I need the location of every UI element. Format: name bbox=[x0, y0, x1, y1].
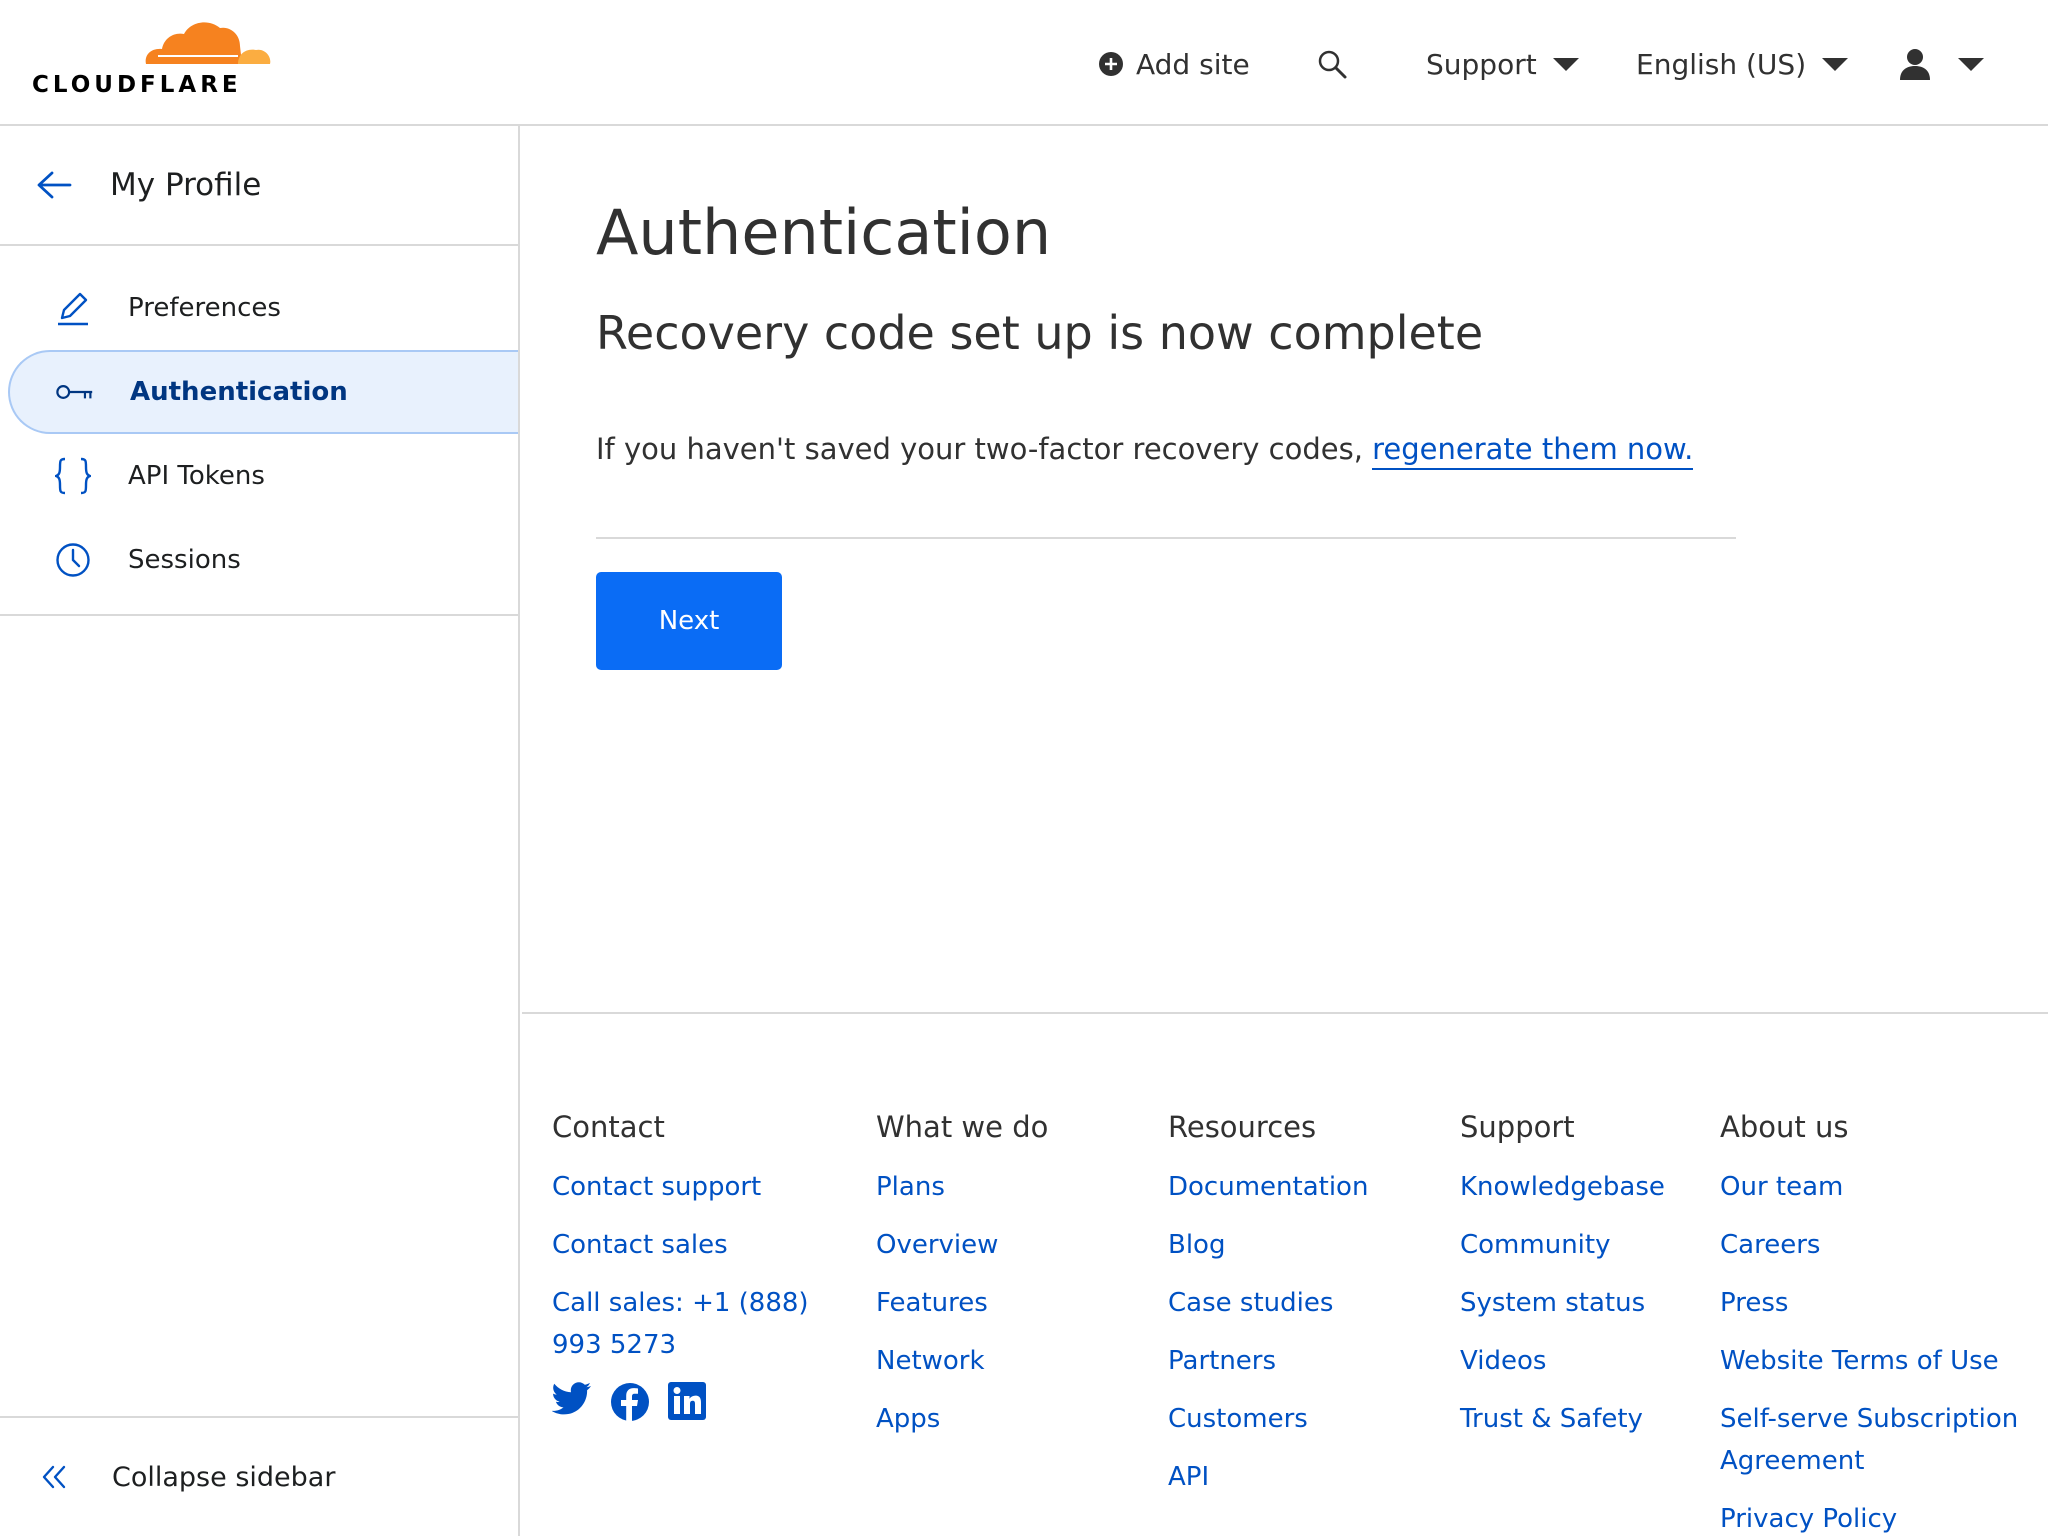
footer-link[interactable]: Partners bbox=[1168, 1340, 1428, 1382]
key-icon bbox=[56, 373, 94, 411]
clock-icon bbox=[54, 541, 92, 579]
sidebar-nav: Preferences Authentication API Tokens Se… bbox=[0, 246, 518, 616]
recovery-info-text: If you haven't saved your two-factor rec… bbox=[596, 432, 1694, 470]
main-content: Authentication Recovery code set up is n… bbox=[522, 126, 2048, 1012]
logo-wordmark: CLOUDFLARE bbox=[32, 72, 242, 98]
footer-link[interactable]: Plans bbox=[876, 1166, 1136, 1208]
search-button[interactable] bbox=[1316, 40, 1348, 88]
cloudflare-logo[interactable]: CLOUDFLARE bbox=[32, 18, 271, 100]
language-label: English (US) bbox=[1636, 47, 1807, 81]
collapse-sidebar-label: Collapse sidebar bbox=[112, 1461, 336, 1493]
sidebar-item-label: Authentication bbox=[130, 377, 348, 407]
footer-link[interactable]: System status bbox=[1460, 1282, 1700, 1324]
footer-link[interactable]: Contact sales bbox=[552, 1224, 852, 1266]
footer-link[interactable]: Community bbox=[1460, 1224, 1700, 1266]
divider bbox=[596, 537, 1736, 539]
footer-link[interactable]: API bbox=[1168, 1456, 1428, 1498]
footer-link[interactable]: Customers bbox=[1168, 1398, 1428, 1440]
footer-link[interactable]: Documentation bbox=[1168, 1166, 1428, 1208]
footer-heading: Resources bbox=[1168, 1110, 1317, 1144]
chevron-down-icon bbox=[1958, 57, 1984, 71]
cloud-logo-icon bbox=[145, 22, 271, 64]
footer-link[interactable]: Careers bbox=[1720, 1224, 2040, 1266]
add-site-label: Add site bbox=[1136, 47, 1250, 81]
footer-link[interactable]: Features bbox=[876, 1282, 1136, 1324]
sidebar-title: My Profile bbox=[110, 167, 262, 203]
footer-link[interactable]: Apps bbox=[876, 1398, 1136, 1440]
footer-link[interactable]: Contact support bbox=[552, 1166, 852, 1208]
linkedin-icon[interactable] bbox=[668, 1382, 706, 1422]
footer-link[interactable]: Trust & Safety bbox=[1460, 1398, 1700, 1440]
back-arrow-icon[interactable] bbox=[36, 170, 72, 200]
footer-link[interactable]: Call sales: +1 (888) 993 5273 bbox=[552, 1282, 852, 1366]
sidebar-item-label: Preferences bbox=[128, 293, 281, 323]
footer-link[interactable]: Videos bbox=[1460, 1340, 1700, 1382]
sidebar-item-authentication[interactable]: Authentication bbox=[8, 350, 518, 434]
page-title: Authentication bbox=[596, 196, 1052, 269]
footer-column-what-we-do: What we do Plans Overview Features Netwo… bbox=[876, 1110, 1136, 1456]
footer-column-resources: Resources Documentation Blog Case studie… bbox=[1168, 1110, 1428, 1514]
sidebar: My Profile Preferences Authentication AP… bbox=[0, 126, 520, 1536]
footer-link[interactable]: Knowledgebase bbox=[1460, 1166, 1700, 1208]
chevron-down-icon bbox=[1822, 57, 1849, 71]
sidebar-item-api-tokens[interactable]: API Tokens bbox=[8, 434, 518, 518]
user-icon bbox=[1900, 49, 1930, 80]
support-dropdown[interactable]: Support bbox=[1426, 40, 1579, 88]
double-chevron-left-icon bbox=[42, 1465, 66, 1489]
footer-link[interactable]: Network bbox=[876, 1340, 1136, 1382]
footer-link[interactable]: Overview bbox=[876, 1224, 1136, 1266]
support-label: Support bbox=[1426, 47, 1537, 81]
footer-column-support: Support Knowledgebase Community System s… bbox=[1460, 1110, 1700, 1456]
collapse-sidebar-button[interactable]: Collapse sidebar bbox=[0, 1416, 518, 1536]
chevron-down-icon bbox=[1552, 57, 1579, 71]
footer-link[interactable]: Case studies bbox=[1168, 1282, 1428, 1324]
sidebar-header: My Profile bbox=[0, 126, 518, 246]
braces-icon bbox=[54, 457, 92, 495]
page-subtitle: Recovery code set up is now complete bbox=[596, 306, 1484, 360]
sidebar-item-preferences[interactable]: Preferences bbox=[8, 266, 518, 350]
footer-column-about-us: About us Our team Careers Press Website … bbox=[1720, 1110, 2040, 1536]
user-menu[interactable] bbox=[1898, 40, 1984, 88]
language-dropdown[interactable]: English (US) bbox=[1636, 40, 1849, 88]
footer-heading: About us bbox=[1720, 1110, 1849, 1144]
regenerate-codes-link[interactable]: regenerate them now. bbox=[1372, 432, 1694, 470]
footer-column-contact: Contact Contact support Contact sales Ca… bbox=[552, 1110, 852, 1422]
footer-heading: Contact bbox=[552, 1110, 665, 1144]
twitter-icon[interactable] bbox=[552, 1382, 592, 1422]
footer-link[interactable]: Blog bbox=[1168, 1224, 1428, 1266]
footer-heading: What we do bbox=[876, 1110, 1049, 1144]
sidebar-item-label: Sessions bbox=[128, 545, 241, 575]
footer-link[interactable]: Website Terms of Use bbox=[1720, 1340, 2040, 1382]
pencil-icon bbox=[54, 289, 92, 327]
footer-link[interactable]: Privacy Policy bbox=[1720, 1498, 2040, 1536]
add-site-button[interactable]: Add site bbox=[1098, 40, 1250, 88]
social-links bbox=[552, 1382, 852, 1422]
facebook-icon[interactable] bbox=[610, 1382, 650, 1422]
footer-heading: Support bbox=[1460, 1110, 1575, 1144]
footer: Contact Contact support Contact sales Ca… bbox=[522, 1012, 2048, 1536]
sidebar-item-label: API Tokens bbox=[128, 461, 265, 491]
sidebar-item-sessions[interactable]: Sessions bbox=[8, 518, 518, 602]
footer-link[interactable]: Press bbox=[1720, 1282, 2040, 1324]
search-icon bbox=[1318, 50, 1347, 79]
plus-circle-icon bbox=[1099, 52, 1123, 76]
recovery-info-prefix: If you haven't saved your two-factor rec… bbox=[596, 432, 1373, 466]
top-header: CLOUDFLARE Add site Support English (US) bbox=[0, 0, 2048, 126]
next-button[interactable]: Next bbox=[596, 572, 782, 670]
footer-link[interactable]: Self-serve Subscription Agreement bbox=[1720, 1398, 2040, 1482]
footer-link[interactable]: Our team bbox=[1720, 1166, 2040, 1208]
